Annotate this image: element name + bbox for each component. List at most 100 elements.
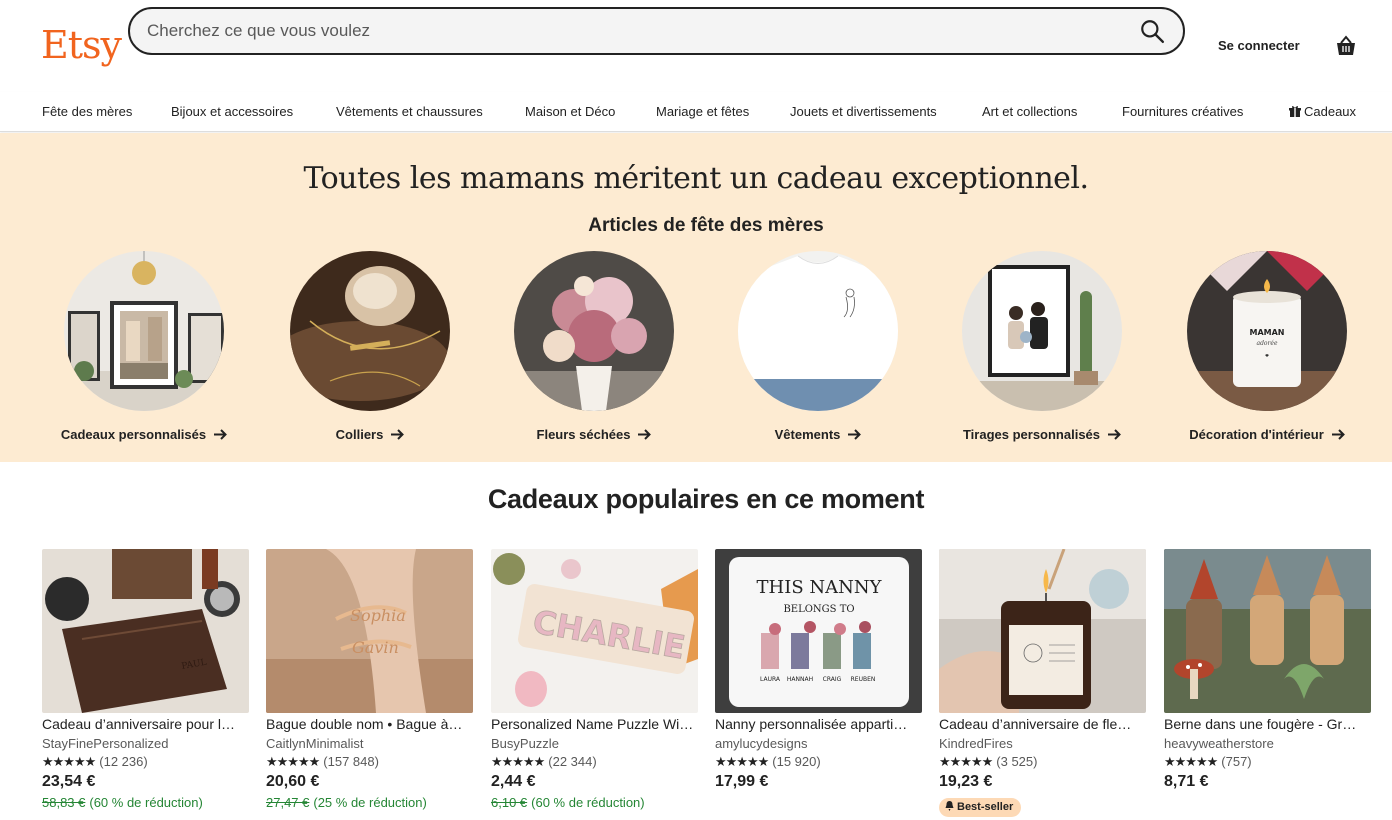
candle-sublabel: adorée <box>1257 340 1278 347</box>
product-image <box>939 549 1146 713</box>
bestseller-badge: Best-seller <box>939 798 1022 817</box>
star-rating-icon: ★★★★★ <box>491 754 545 769</box>
category-label: Fleurs séchées <box>482 427 706 442</box>
shop-name: BusyPuzzle <box>491 736 559 751</box>
rating: ★★★★★ (757) <box>1164 754 1252 769</box>
price: 20,60 € <box>266 773 320 790</box>
rating: ★★★★★ (3 525) <box>939 754 1038 769</box>
product-card[interactable]: Cadeau d’anniversaire de fle… KindredFir… <box>939 549 1146 820</box>
rating: ★★★★★ (22 344) <box>491 754 597 769</box>
category-label: Cadeaux personnalisés <box>32 427 256 442</box>
category-image <box>962 251 1122 411</box>
nav-item-vetements[interactable]: Vêtements et chaussures <box>336 104 483 119</box>
rating: ★★★★★ (12 236) <box>42 754 148 769</box>
bell-icon <box>945 801 954 811</box>
star-rating-icon: ★★★★★ <box>939 754 993 769</box>
nav-item-jouets[interactable]: Jouets et divertissements <box>790 104 937 119</box>
pillow-line1: THIS NANNY <box>757 577 883 598</box>
rating: ★★★★★ (15 920) <box>715 754 821 769</box>
product-image <box>1164 549 1371 713</box>
mothers-day-hero: Toutes les mamans méritent un cadeau exc… <box>0 133 1392 462</box>
pillow-name: REUBEN <box>851 676 876 683</box>
category-image <box>64 251 224 411</box>
product-card[interactable]: THIS NANNY BELONGS TO LAURA HANNAH CRAIG… <box>715 549 922 820</box>
shop-name: StayFinePersonalized <box>42 736 169 751</box>
product-title[interactable]: Cadeau d’anniversaire pour l… <box>42 716 249 732</box>
product-title[interactable]: Bague double nom • Bague à… <box>266 716 473 732</box>
category-cadeaux-personnalises[interactable]: Cadeaux personnalisés <box>32 251 256 451</box>
category-tirages-personnalises[interactable]: Tirages personnalisés <box>930 251 1154 451</box>
product-title[interactable]: Cadeau d’anniversaire de fle… <box>939 716 1146 732</box>
svg-text:Gavin: Gavin <box>352 638 399 657</box>
search-input[interactable] <box>147 9 1107 53</box>
nav-item-fete-des-meres[interactable]: Fête des mères <box>42 104 132 119</box>
price: 2,44 € <box>491 773 536 790</box>
price: 19,23 € <box>939 773 993 790</box>
arrow-right-icon <box>638 429 652 440</box>
discount: 58,83 € (60 % de réduction) <box>42 795 203 810</box>
discount: 27,47 € (25 % de réduction) <box>266 795 427 810</box>
product-card[interactable]: CHARLIE Personalized Name Puzzle Wi… Bus… <box>491 549 698 820</box>
nav-item-cadeaux[interactable]: Cadeaux <box>1289 104 1356 119</box>
pillow-name: HANNAH <box>787 676 813 683</box>
nav-item-art[interactable]: Art et collections <box>982 104 1077 119</box>
gift-icon <box>1289 106 1301 117</box>
search-bar <box>128 7 1185 55</box>
hero-subtitle: Articles de fête des mères <box>588 215 824 236</box>
star-rating-icon: ★★★★★ <box>42 754 96 769</box>
price: 17,99 € <box>715 773 769 790</box>
product-image: THIS NANNY BELONGS TO LAURA HANNAH CRAIG… <box>715 549 922 713</box>
nav-item-cadeaux-label: Cadeaux <box>1304 104 1357 119</box>
search-icon[interactable] <box>1139 18 1165 44</box>
category-label: Vêtements <box>706 427 930 442</box>
product-title[interactable]: Berne dans une fougère - Gr… <box>1164 716 1371 732</box>
product-image: CHARLIE <box>491 549 698 713</box>
category-image <box>290 251 450 411</box>
category-label: Décoration d'intérieur <box>1155 427 1379 442</box>
svg-text:Sophia: Sophia <box>350 606 406 625</box>
category-image <box>514 251 674 411</box>
popular-section-title: Cadeaux populaires en ce moment <box>487 484 925 514</box>
shop-name: heavyweatherstore <box>1164 736 1274 751</box>
pillow-name: CRAIG <box>823 676 842 683</box>
price: 23,54 € <box>42 773 96 790</box>
shop-name: amylucydesigns <box>715 736 808 751</box>
nav-item-mariage[interactable]: Mariage et fêtes <box>656 104 749 119</box>
arrow-right-icon <box>214 429 228 440</box>
product-card[interactable]: PAUL Cadeau d’anniversaire pour l… StayF… <box>42 549 249 820</box>
category-image <box>738 251 898 411</box>
category-label: Colliers <box>258 427 482 442</box>
category-nav: Fête des mères Bijoux et accessoires Vêt… <box>0 92 1392 132</box>
pillow-name: LAURA <box>760 676 781 683</box>
category-label: Tirages personnalisés <box>930 427 1154 442</box>
product-title[interactable]: Personalized Name Puzzle Wi… <box>491 716 698 732</box>
shop-name: KindredFires <box>939 736 1013 751</box>
category-decoration-interieur[interactable]: MAMAN adorée Décoration d'intérieur <box>1155 251 1379 451</box>
star-rating-icon: ★★★★★ <box>266 754 320 769</box>
category-fleurs-sechees[interactable]: Fleurs séchées <box>482 251 706 451</box>
star-rating-icon: ★★★★★ <box>715 754 769 769</box>
category-vetements[interactable]: Vêtements <box>706 251 930 451</box>
product-card[interactable]: Sophia Gavin Bague double nom • Bague à…… <box>266 549 473 820</box>
nav-item-bijoux[interactable]: Bijoux et accessoires <box>171 104 293 119</box>
hero-title: Toutes les mamans méritent un cadeau exc… <box>303 161 1089 196</box>
category-colliers[interactable]: Colliers <box>258 251 482 451</box>
basket-icon[interactable] <box>1334 34 1358 58</box>
arrow-right-icon <box>848 429 862 440</box>
category-image: MAMAN adorée <box>1187 251 1347 411</box>
nav-item-maison[interactable]: Maison et Déco <box>525 104 615 119</box>
shop-name: CaitlynMinimalist <box>266 736 364 751</box>
signin-link[interactable]: Se connecter <box>1218 38 1300 53</box>
candle-label: MAMAN <box>1250 328 1285 337</box>
arrow-right-icon <box>1108 429 1121 440</box>
price: 8,71 € <box>1164 773 1209 790</box>
nav-item-fournitures[interactable]: Fournitures créatives <box>1122 104 1243 119</box>
star-rating-icon: ★★★★★ <box>1164 754 1218 769</box>
product-title[interactable]: Nanny personnalisée apparti… <box>715 716 922 732</box>
product-card[interactable]: Berne dans une fougère - Gr… heavyweathe… <box>1164 549 1371 820</box>
arrow-right-icon <box>391 429 405 440</box>
arrow-right-icon <box>1331 429 1345 440</box>
etsy-logo[interactable]: Etsy <box>41 22 122 68</box>
rating: ★★★★★ (157 848) <box>266 754 379 769</box>
product-image: Sophia Gavin <box>266 549 473 713</box>
